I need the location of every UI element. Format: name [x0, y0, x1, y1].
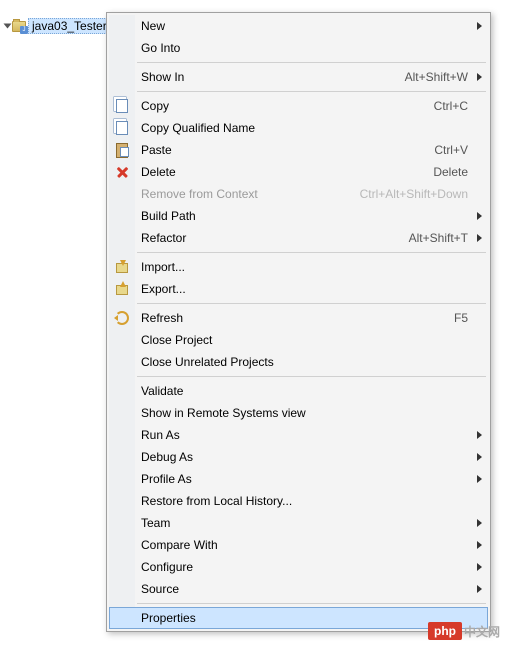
menu-separator — [137, 303, 486, 304]
watermark-logo: php — [428, 622, 462, 640]
menu-item-label: Build Path — [141, 209, 468, 223]
menu-item-label: Profile As — [141, 472, 468, 486]
menu-item-compare-with[interactable]: Compare With — [109, 534, 488, 556]
menu-item-team[interactable]: Team — [109, 512, 488, 534]
menu-item-shortcut: Alt+Shift+T — [409, 231, 468, 245]
menu-item-label: Refresh — [141, 311, 454, 325]
copy-icon — [114, 120, 130, 136]
watermark-text: 中文网 — [464, 623, 500, 640]
submenu-arrow-icon — [477, 73, 482, 81]
menu-item-label: Compare With — [141, 538, 468, 552]
submenu-arrow-icon — [477, 212, 482, 220]
watermark: php 中文网 — [428, 622, 500, 640]
menu-item-label: Team — [141, 516, 468, 530]
menu-item-new[interactable]: New — [109, 15, 488, 37]
submenu-arrow-icon — [477, 453, 482, 461]
menu-item-copy[interactable]: CopyCtrl+C — [109, 95, 488, 117]
menu-separator — [137, 252, 486, 253]
menu-item-go-into[interactable]: Go Into — [109, 37, 488, 59]
menu-item-label: Restore from Local History... — [141, 494, 468, 508]
menu-item-debug-as[interactable]: Debug As — [109, 446, 488, 468]
menu-item-validate[interactable]: Validate — [109, 380, 488, 402]
menu-item-configure[interactable]: Configure — [109, 556, 488, 578]
menu-item-profile-as[interactable]: Profile As — [109, 468, 488, 490]
menu-item-close-project[interactable]: Close Project — [109, 329, 488, 351]
submenu-arrow-icon — [477, 541, 482, 549]
menu-item-refresh[interactable]: RefreshF5 — [109, 307, 488, 329]
delete-icon — [114, 164, 130, 180]
refresh-icon — [114, 310, 130, 326]
menu-item-shortcut: Ctrl+Alt+Shift+Down — [360, 187, 468, 201]
menu-item-label: Close Project — [141, 333, 468, 347]
menu-item-copy-qualified-name[interactable]: Copy Qualified Name — [109, 117, 488, 139]
menu-item-label: Remove from Context — [141, 187, 360, 201]
menu-item-label: Run As — [141, 428, 468, 442]
menu-separator — [137, 376, 486, 377]
menu-item-label: Refactor — [141, 231, 409, 245]
import-icon — [114, 259, 130, 275]
copy-icon — [114, 98, 130, 114]
menu-item-label: Debug As — [141, 450, 468, 464]
menu-item-refactor[interactable]: RefactorAlt+Shift+T — [109, 227, 488, 249]
menu-separator — [137, 62, 486, 63]
menu-item-source[interactable]: Source — [109, 578, 488, 600]
menu-item-shortcut: Ctrl+C — [434, 99, 468, 113]
menu-item-label: Close Unrelated Projects — [141, 355, 468, 369]
submenu-arrow-icon — [477, 475, 482, 483]
submenu-arrow-icon — [477, 585, 482, 593]
menu-item-paste[interactable]: PasteCtrl+V — [109, 139, 488, 161]
menu-item-label: Export... — [141, 282, 468, 296]
menu-item-label: New — [141, 19, 468, 33]
menu-item-label: Validate — [141, 384, 468, 398]
menu-item-shortcut: Delete — [433, 165, 468, 179]
menu-item-label: Source — [141, 582, 468, 596]
menu-item-show-in[interactable]: Show InAlt+Shift+W — [109, 66, 488, 88]
context-menu: NewGo IntoShow InAlt+Shift+WCopyCtrl+CCo… — [106, 12, 491, 632]
submenu-arrow-icon — [477, 22, 482, 30]
expand-arrow-icon[interactable] — [4, 24, 12, 29]
menu-item-label: Copy — [141, 99, 434, 113]
menu-separator — [137, 603, 486, 604]
menu-item-label: Configure — [141, 560, 468, 574]
menu-item-label: Show In — [141, 70, 405, 84]
menu-item-shortcut: Alt+Shift+W — [405, 70, 468, 84]
menu-item-shortcut: F5 — [454, 311, 468, 325]
menu-item-import[interactable]: Import... — [109, 256, 488, 278]
menu-item-build-path[interactable]: Build Path — [109, 205, 488, 227]
menu-item-label: Properties — [141, 611, 468, 625]
project-tree-node[interactable]: J java03_Tester — [5, 18, 111, 34]
submenu-arrow-icon — [477, 234, 482, 242]
paste-icon — [114, 142, 130, 158]
submenu-arrow-icon — [477, 563, 482, 571]
menu-item-close-unrelated-projects[interactable]: Close Unrelated Projects — [109, 351, 488, 373]
menu-item-label: Go Into — [141, 41, 468, 55]
menu-item-delete[interactable]: DeleteDelete — [109, 161, 488, 183]
java-project-icon: J — [12, 21, 26, 32]
menu-item-label: Paste — [141, 143, 434, 157]
menu-item-shortcut: Ctrl+V — [434, 143, 468, 157]
menu-item-show-in-remote-systems-view[interactable]: Show in Remote Systems view — [109, 402, 488, 424]
menu-item-remove-from-context: Remove from ContextCtrl+Alt+Shift+Down — [109, 183, 488, 205]
export-icon — [114, 281, 130, 297]
submenu-arrow-icon — [477, 431, 482, 439]
menu-item-label: Copy Qualified Name — [141, 121, 468, 135]
menu-item-label: Show in Remote Systems view — [141, 406, 468, 420]
menu-item-label: Delete — [141, 165, 433, 179]
menu-item-label: Import... — [141, 260, 468, 274]
menu-item-run-as[interactable]: Run As — [109, 424, 488, 446]
menu-item-export[interactable]: Export... — [109, 278, 488, 300]
menu-item-restore-from-local-history[interactable]: Restore from Local History... — [109, 490, 488, 512]
submenu-arrow-icon — [477, 519, 482, 527]
tree-node-label[interactable]: java03_Tester — [28, 18, 111, 34]
menu-separator — [137, 91, 486, 92]
